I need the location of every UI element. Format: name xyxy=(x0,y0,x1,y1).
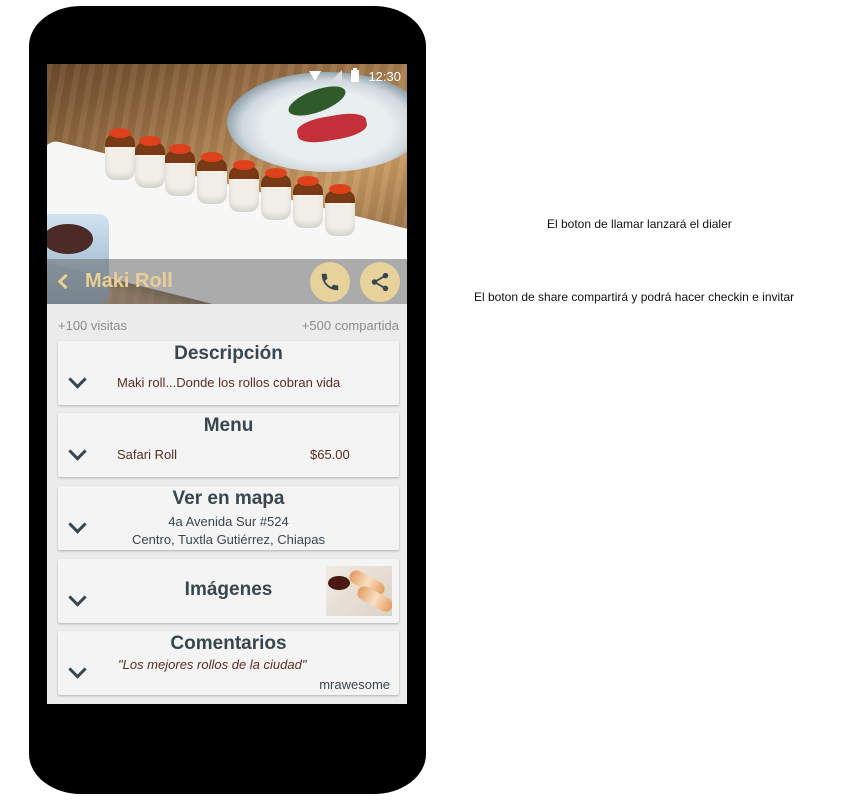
description-card[interactable]: Descripción Maki roll...Donde los rollos… xyxy=(58,341,399,405)
title-bar: Maki Roll xyxy=(47,259,407,304)
chevron-down-icon[interactable] xyxy=(68,370,87,389)
page-title: Maki Roll xyxy=(85,270,173,292)
share-annotation: El boton de share compartirá y podrá hac… xyxy=(474,290,795,304)
menu-item-price: $65.00 xyxy=(310,447,350,462)
description-text: Maki roll...Donde los rollos cobran vida xyxy=(117,375,341,390)
signal-icon xyxy=(330,70,343,82)
shares-count: +500 compartida xyxy=(301,317,399,333)
menu-title: Menu xyxy=(203,415,254,436)
comment-quote: "Los mejores rollos de la ciudad" xyxy=(118,657,307,672)
images-card[interactable]: Imágenes xyxy=(58,559,399,623)
map-card[interactable]: Ver en mapa 4a Avenida Sur #524 Centro, … xyxy=(58,486,399,550)
wifi-icon xyxy=(309,71,322,81)
chevron-down-icon[interactable] xyxy=(68,442,87,461)
share-icon xyxy=(371,272,389,292)
stats-row: +100 visitas +500 compartida xyxy=(47,312,407,338)
menu-card[interactable]: Menu Safari Roll $65.00 xyxy=(58,413,399,477)
description-title: Descripción xyxy=(174,343,283,364)
hero-image: 12:30 Maki Roll xyxy=(47,64,407,304)
images-thumbnail[interactable] xyxy=(326,566,392,616)
visits-count: +100 visitas xyxy=(58,317,128,333)
call-annotation: El boton de llamar lanzará el dialer xyxy=(547,217,732,231)
status-time: 12:30 xyxy=(368,68,401,84)
battery-icon xyxy=(351,68,360,82)
menu-item-name: Safari Roll xyxy=(117,447,177,462)
chevron-down-icon[interactable] xyxy=(68,660,87,679)
back-icon[interactable] xyxy=(57,273,74,290)
share-button[interactable] xyxy=(360,262,400,302)
address-line-1: 4a Avenida Sur #524 xyxy=(168,514,289,529)
comment-author: mrawesome xyxy=(319,677,390,692)
comments-card[interactable]: Comentarios "Los mejores rollos de la ci… xyxy=(58,631,399,695)
call-button[interactable] xyxy=(310,262,350,302)
address-line-2: Centro, Tuxtla Gutiérrez, Chiapas xyxy=(132,532,325,547)
phone-icon xyxy=(321,273,339,291)
app-screen: 12:30 Maki Roll +100 visitas +500 compar… xyxy=(47,64,407,704)
map-title: Ver en mapa xyxy=(172,488,285,509)
comments-title: Comentarios xyxy=(170,633,287,654)
status-bar: 12:30 xyxy=(47,64,407,88)
